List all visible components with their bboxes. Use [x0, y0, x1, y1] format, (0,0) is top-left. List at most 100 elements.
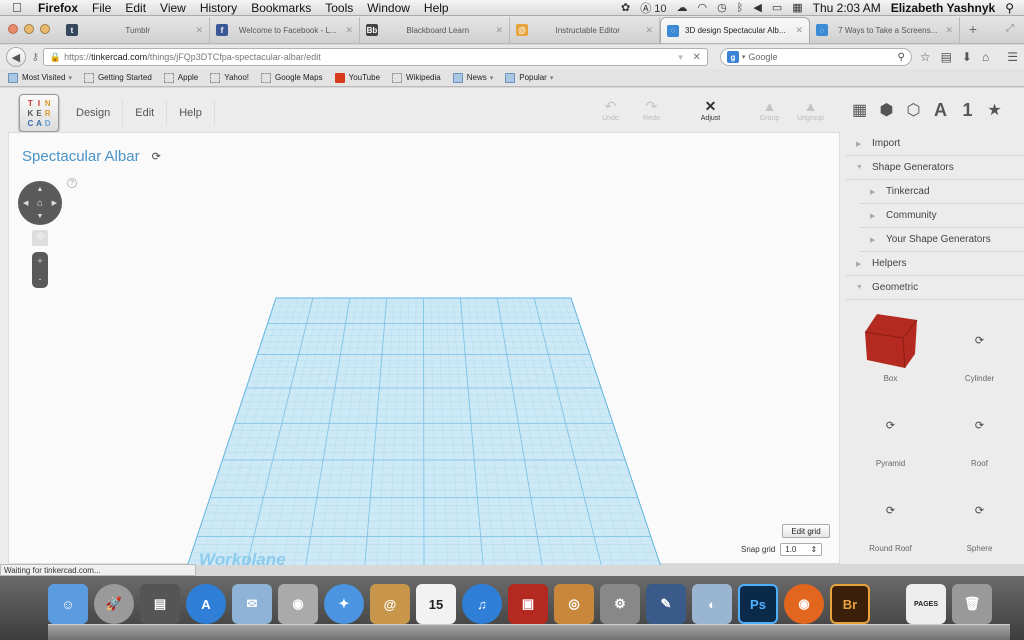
tab-close-icon[interactable]: ✕	[945, 25, 953, 36]
bookmark-item[interactable]: Most Visited ▾	[8, 72, 72, 83]
spotlight-search-icon[interactable]: ⚲	[1005, 1, 1014, 15]
menu-file[interactable]: File	[92, 1, 111, 15]
menu-app-firefox[interactable]: Firefox	[38, 1, 78, 15]
menu-help[interactable]: Help	[424, 1, 449, 15]
reading-list-icon[interactable]: ▤	[941, 50, 952, 64]
dock-preview-icon[interactable]: ◐	[692, 584, 732, 624]
menu-edit-app[interactable]: Edit	[123, 100, 168, 126]
orbit-up-icon[interactable]: ▲	[37, 186, 44, 193]
shape-roof[interactable]: ⟳ Roof	[935, 391, 1024, 476]
menu-bookmarks[interactable]: Bookmarks	[251, 1, 311, 15]
shape-round-roof[interactable]: ⟳ Round Roof	[846, 476, 935, 561]
sidebar-item-tinkercad[interactable]: ▶ Tinkercad	[860, 180, 1024, 204]
shape-box[interactable]: Box	[846, 306, 935, 391]
bookmark-item[interactable]: Wikipedia	[392, 72, 441, 83]
dock-contacts-icon[interactable]: @	[370, 584, 410, 624]
wifi-icon[interactable]: ◠	[698, 1, 708, 14]
dock-photoshop-icon[interactable]: Ps	[738, 584, 778, 624]
number-icon[interactable]: 1	[954, 100, 981, 121]
browser-tab[interactable]: ◌ 7 Ways to Take a Screens... ✕	[810, 17, 960, 43]
tool-ungroup-button[interactable]: ▲ Ungroup	[790, 98, 831, 122]
dock-firefox-icon[interactable]: ◉	[784, 584, 824, 624]
tab-close-icon[interactable]: ✕	[195, 25, 203, 36]
home-view-icon[interactable]: ⌂	[37, 198, 43, 209]
downloads-icon[interactable]: ⬇	[962, 50, 972, 64]
bookmark-star-icon[interactable]: ☆	[920, 50, 931, 64]
menu-tools[interactable]: Tools	[325, 1, 353, 15]
bookmark-item[interactable]: Apple	[163, 72, 198, 83]
design-title[interactable]: Spectacular Albar	[22, 148, 140, 165]
bookmark-item[interactable]: Google Maps	[261, 72, 323, 83]
dock-photo-booth-icon[interactable]: ▣	[508, 584, 548, 624]
browser-tab[interactable]: t Tumblr ✕	[60, 17, 210, 43]
search-icon[interactable]: ⚲	[897, 52, 904, 63]
bookmark-item[interactable]: Getting Started	[83, 72, 152, 83]
minimize-window-button[interactable]	[24, 24, 34, 34]
dock-bridge-icon[interactable]: Br	[830, 584, 870, 624]
time-machine-icon[interactable]: ◷	[717, 1, 727, 14]
dock-system-preferences-icon[interactable]: ⚙	[600, 584, 640, 624]
google-engine-icon[interactable]: g	[726, 51, 739, 63]
sidebar-item-helpers[interactable]: ▶ Helpers	[846, 252, 1024, 276]
shape-pyramid[interactable]: ⟳ Pyramid	[846, 391, 935, 476]
close-window-button[interactable]	[8, 24, 18, 34]
menu-design[interactable]: Design	[64, 100, 124, 126]
dropbox-icon[interactable]: ✿	[621, 1, 630, 14]
bookmark-item[interactable]: News ▾	[452, 72, 493, 83]
sidebar-item-community[interactable]: ▶ Community	[860, 204, 1024, 228]
orbit-left-icon[interactable]: ◀	[23, 199, 28, 207]
edit-grid-button[interactable]: Edit grid	[782, 524, 830, 538]
menu-help-app[interactable]: Help	[167, 100, 215, 126]
browser-tab[interactable]: ◌ 3D design Spectacular Alb... ✕	[660, 17, 810, 43]
browser-tab[interactable]: f Welcome to Facebook - L... ✕	[210, 17, 360, 43]
zoom-window-button[interactable]	[40, 24, 50, 34]
adobe-updates-icon[interactable]: Ⓐ 10	[640, 0, 666, 16]
striped-box-icon[interactable]: ⬡	[900, 100, 927, 120]
orbit-down-icon[interactable]: ▼	[37, 213, 44, 220]
dock-facetime-icon[interactable]: ◉	[278, 584, 318, 624]
tab-close-icon[interactable]: ✕	[345, 25, 353, 36]
menu-window[interactable]: Window	[367, 1, 410, 15]
dock-calendar-icon[interactable]: 15	[416, 584, 456, 624]
dock-trash-icon[interactable]: 🗑	[952, 584, 992, 624]
apple-menu-icon[interactable]: 	[12, 0, 28, 15]
snap-grid-select[interactable]: 1.0 ⇕	[780, 543, 823, 556]
tool-undo-button[interactable]: ↶ Undo	[590, 98, 631, 122]
workplane-grid[interactable]: Workplane	[9, 133, 841, 565]
sidebar-item-geometric[interactable]: ▼ Geometric	[846, 276, 1024, 300]
dock-finder-icon[interactable]: ☺	[48, 584, 88, 624]
rename-refresh-icon[interactable]: ⟳	[152, 150, 161, 163]
tinkercad-logo[interactable]: TIN KER CAD	[19, 94, 59, 132]
engine-dropdown-icon[interactable]: ▾	[742, 53, 746, 61]
volume-icon[interactable]: ◀	[753, 1, 761, 14]
back-button[interactable]: ◀	[6, 47, 26, 67]
new-tab-button[interactable]: +	[960, 21, 986, 43]
search-box[interactable]: g ▾ Google ⚲	[719, 48, 912, 66]
user-name[interactable]: Elizabeth Yashnyk	[891, 1, 996, 15]
bookmark-item[interactable]: YouTube	[334, 72, 380, 83]
design-canvas[interactable]: Workplane Spectacular Albar ⟳ ▲ ▼ ◀ ▶ ⌂ …	[8, 132, 841, 565]
dock-script-editor-icon[interactable]: ✎	[646, 584, 686, 624]
zoom-in-button[interactable]: +	[37, 256, 42, 266]
identity-key-icon[interactable]: ⚷	[32, 52, 39, 63]
dock-launchpad-icon[interactable]: 🚀	[94, 584, 134, 624]
bookmark-item[interactable]: Yahoo!	[210, 72, 249, 83]
menu-history[interactable]: History	[200, 1, 237, 15]
browser-tab[interactable]: Bb Blackboard Learn ✕	[360, 17, 510, 43]
url-bar[interactable]: 🔒 https://tinkercad.com/things/jFQp3DTCf…	[42, 48, 708, 66]
flag-icon[interactable]: ▦	[792, 1, 802, 14]
dock-itunes-icon[interactable]: ♫	[462, 584, 502, 624]
grid-view-icon[interactable]: ▦	[846, 100, 873, 120]
tool-group-button[interactable]: ▲ Group	[749, 98, 790, 122]
dock-pages-document-icon[interactable]: PAGES	[906, 584, 946, 624]
bluetooth-icon[interactable]: ᛒ	[737, 2, 744, 14]
shape-cylinder[interactable]: ⟳ Cylinder	[935, 306, 1024, 391]
fit-view-button[interactable]: ◎	[32, 230, 48, 246]
dock-app-store-icon[interactable]: A	[186, 584, 226, 624]
bookmark-item[interactable]: Popular ▾	[505, 72, 553, 83]
fullscreen-icon[interactable]: ⤢	[1006, 23, 1024, 43]
solid-box-icon[interactable]: ⬢	[873, 100, 900, 120]
sidebar-item-import[interactable]: ▶ Import	[846, 132, 1024, 156]
tool-redo-button[interactable]: ↷ Redo	[631, 98, 672, 122]
help-icon[interactable]: ?	[67, 178, 77, 188]
